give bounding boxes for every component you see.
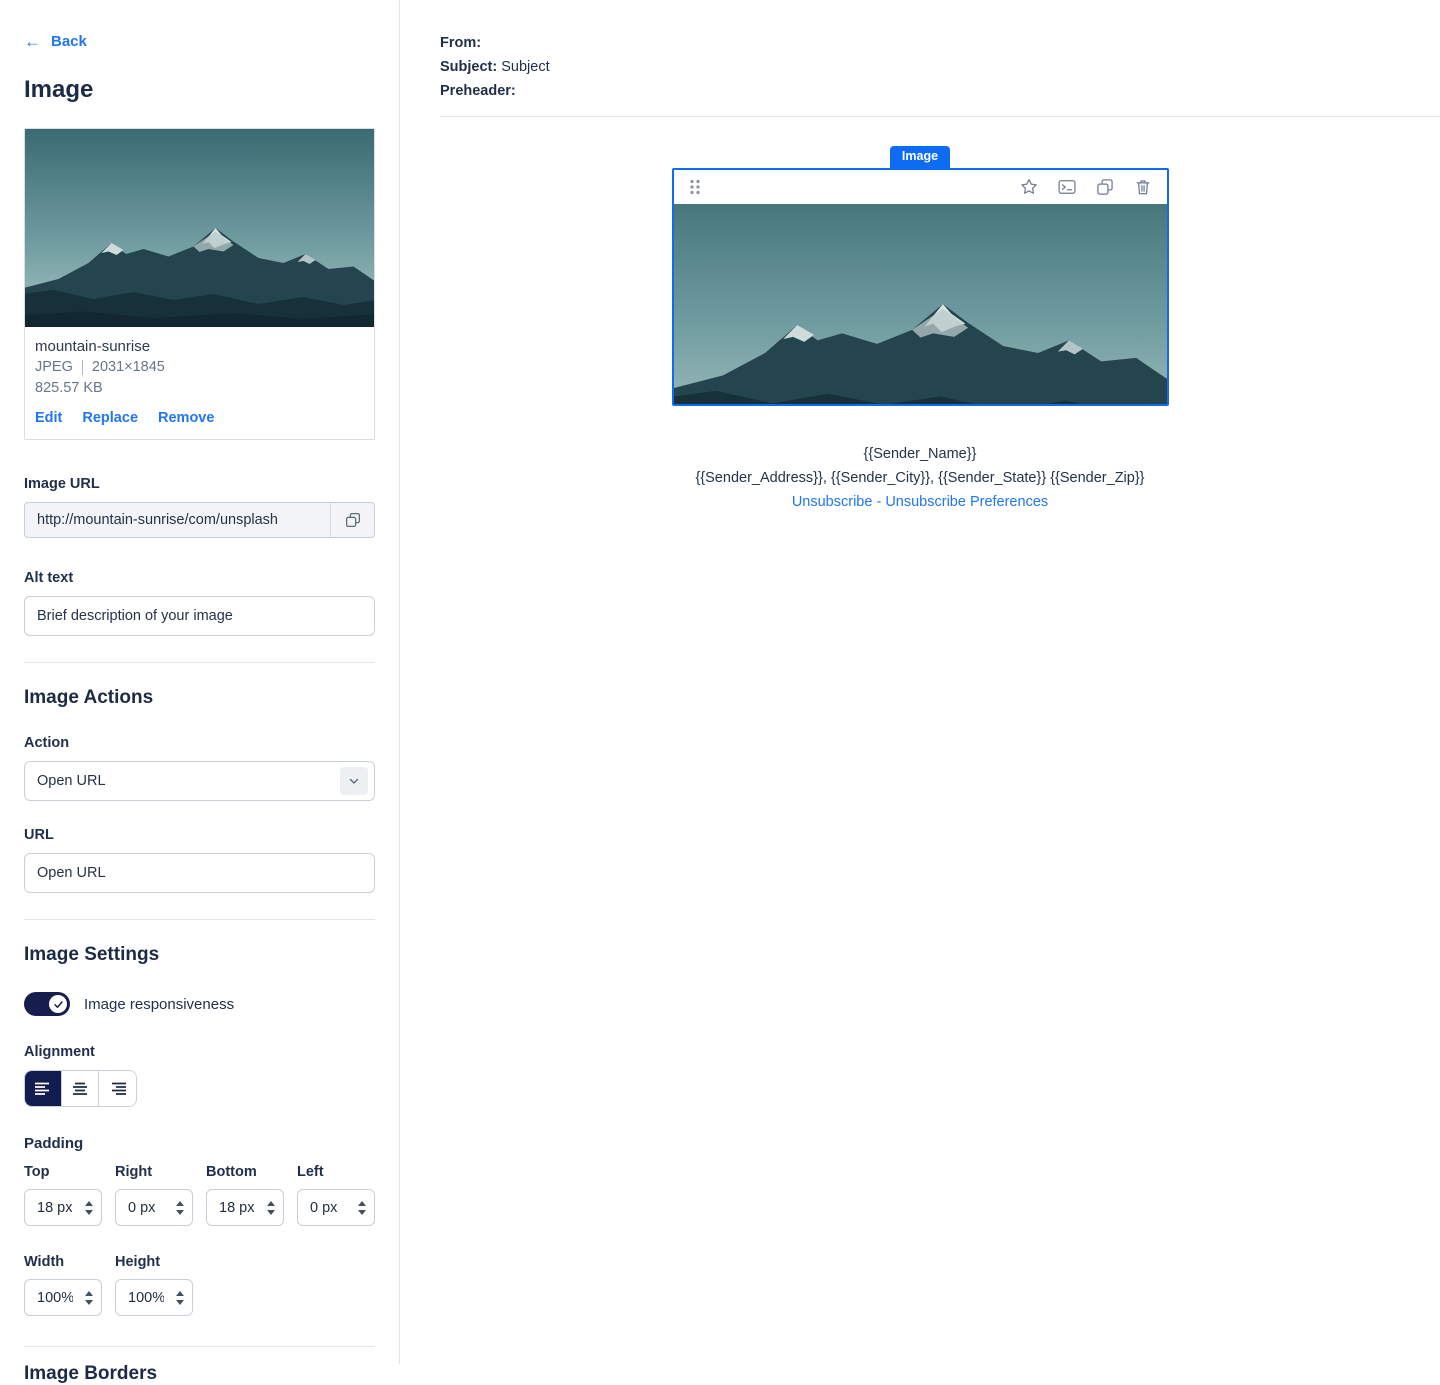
copy-url-button[interactable] — [330, 503, 374, 537]
height-input[interactable] — [116, 1290, 164, 1306]
padding-right-stepper — [115, 1189, 193, 1226]
padding-right-input[interactable] — [116, 1200, 164, 1216]
image-settings-heading: Image Settings — [24, 944, 375, 966]
block-type-chip: Image — [890, 146, 950, 168]
padding-bottom-stepper — [206, 1189, 284, 1226]
truncated-section-heading: Image Borders — [24, 1363, 375, 1385]
subject-value: Subject — [501, 59, 549, 75]
check-icon — [53, 999, 64, 1010]
file-format: JPEG — [35, 357, 73, 378]
selected-image-block[interactable] — [672, 168, 1169, 406]
width-label: Width — [24, 1252, 102, 1272]
back-button[interactable]: ← Back — [24, 33, 87, 50]
padding-bottom-input[interactable] — [207, 1200, 255, 1216]
stepper-up-icon[interactable] — [358, 1201, 366, 1206]
stepper-down-icon[interactable] — [176, 1300, 184, 1305]
duplicate-icon[interactable] — [1095, 177, 1115, 197]
alignment-label: Alignment — [24, 1042, 375, 1062]
terminal-icon[interactable] — [1057, 177, 1077, 197]
trash-icon[interactable] — [1133, 177, 1153, 197]
divider — [24, 919, 375, 920]
image-thumbnail — [25, 129, 374, 327]
back-arrow-icon: ← — [24, 33, 41, 50]
align-right-button[interactable] — [99, 1071, 136, 1106]
subject-label: Subject: — [440, 59, 497, 75]
stepper-up-icon[interactable] — [85, 1291, 93, 1296]
stepper-up-icon[interactable] — [267, 1201, 275, 1206]
chevron-down-icon — [340, 767, 368, 795]
padding-top-input[interactable] — [25, 1200, 73, 1216]
image-responsiveness-label: Image responsiveness — [84, 996, 234, 1013]
padding-top-label: Top — [24, 1162, 102, 1182]
align-left-button[interactable] — [25, 1071, 62, 1106]
file-name: mountain-sunrise — [35, 337, 364, 357]
stepper-down-icon[interactable] — [85, 1300, 93, 1305]
stepper-down-icon[interactable] — [176, 1210, 184, 1215]
drag-handle-icon[interactable] — [688, 178, 702, 196]
email-meta: From: Subject: Subject Preheader: — [400, 0, 1440, 103]
star-icon[interactable] — [1019, 177, 1039, 197]
image-file-card: mountain-sunrise JPEG 2031×1845 825.57 K… — [24, 128, 375, 440]
replace-link[interactable]: Replace — [82, 410, 138, 426]
file-size: 825.57 KB — [35, 378, 364, 398]
align-center-icon — [71, 1082, 89, 1096]
stepper-down-icon[interactable] — [358, 1210, 366, 1215]
email-preview-pane: From: Subject: Subject Preheader: Image — [400, 0, 1440, 1364]
stepper-down-icon[interactable] — [267, 1210, 275, 1215]
email-footer: {{Sender_Name}} {{Sender_Address}}, {{Se… — [695, 442, 1144, 514]
panel-title: Image — [24, 76, 375, 104]
edit-link[interactable]: Edit — [35, 410, 62, 426]
stepper-up-icon[interactable] — [176, 1201, 184, 1206]
alt-text-label: Alt text — [24, 568, 375, 588]
stepper-up-icon[interactable] — [176, 1291, 184, 1296]
width-input[interactable] — [25, 1290, 73, 1306]
action-select[interactable]: Open URL — [24, 761, 375, 801]
stepper-down-icon[interactable] — [85, 1210, 93, 1215]
image-url-input[interactable] — [25, 512, 330, 528]
mountain-preview-art — [674, 204, 1167, 404]
align-left-icon — [34, 1082, 52, 1096]
alignment-button-group — [24, 1070, 137, 1107]
action-select-value: Open URL — [37, 773, 106, 789]
image-actions-heading: Image Actions — [24, 687, 375, 709]
padding-bottom-label: Bottom — [206, 1162, 284, 1182]
unsubscribe-link[interactable]: Unsubscribe — [792, 494, 873, 510]
padding-left-label: Left — [297, 1162, 375, 1182]
action-url-input[interactable] — [24, 853, 375, 893]
from-label: From: — [440, 35, 481, 51]
image-url-field — [24, 502, 375, 538]
divider — [24, 662, 375, 663]
meta-separator — [82, 360, 83, 375]
url-label: URL — [24, 825, 375, 845]
image-settings-panel: ← Back Image — [0, 0, 400, 1364]
padding-left-stepper — [297, 1189, 375, 1226]
padding-left-input[interactable] — [298, 1200, 346, 1216]
sender-name: {{Sender_Name}} — [695, 442, 1144, 466]
link-separator: - — [876, 494, 881, 510]
action-label: Action — [24, 733, 375, 753]
padding-right-label: Right — [115, 1162, 193, 1182]
height-stepper — [115, 1279, 193, 1316]
align-right-icon — [109, 1082, 127, 1096]
divider — [24, 1346, 375, 1347]
stepper-up-icon[interactable] — [85, 1201, 93, 1206]
sender-address-line: {{Sender_Address}}, {{Sender_City}}, {{S… — [695, 466, 1144, 490]
image-responsiveness-toggle[interactable] — [24, 992, 70, 1016]
image-url-label: Image URL — [24, 474, 375, 494]
padding-heading: Padding — [24, 1135, 375, 1152]
alt-text-input[interactable] — [24, 596, 375, 636]
mountain-thumbnail-art — [25, 129, 374, 327]
unsubscribe-preferences-link[interactable]: Unsubscribe Preferences — [885, 494, 1048, 510]
block-toolbar — [674, 170, 1167, 204]
width-stepper — [24, 1279, 102, 1316]
file-dimensions: 2031×1845 — [92, 357, 165, 378]
back-label: Back — [51, 33, 87, 50]
height-label: Height — [115, 1252, 193, 1272]
padding-top-stepper — [24, 1189, 102, 1226]
copy-icon — [344, 511, 362, 529]
preview-image — [674, 204, 1167, 404]
align-center-button[interactable] — [62, 1071, 99, 1106]
preheader-label: Preheader: — [440, 83, 516, 99]
remove-link[interactable]: Remove — [158, 410, 214, 426]
